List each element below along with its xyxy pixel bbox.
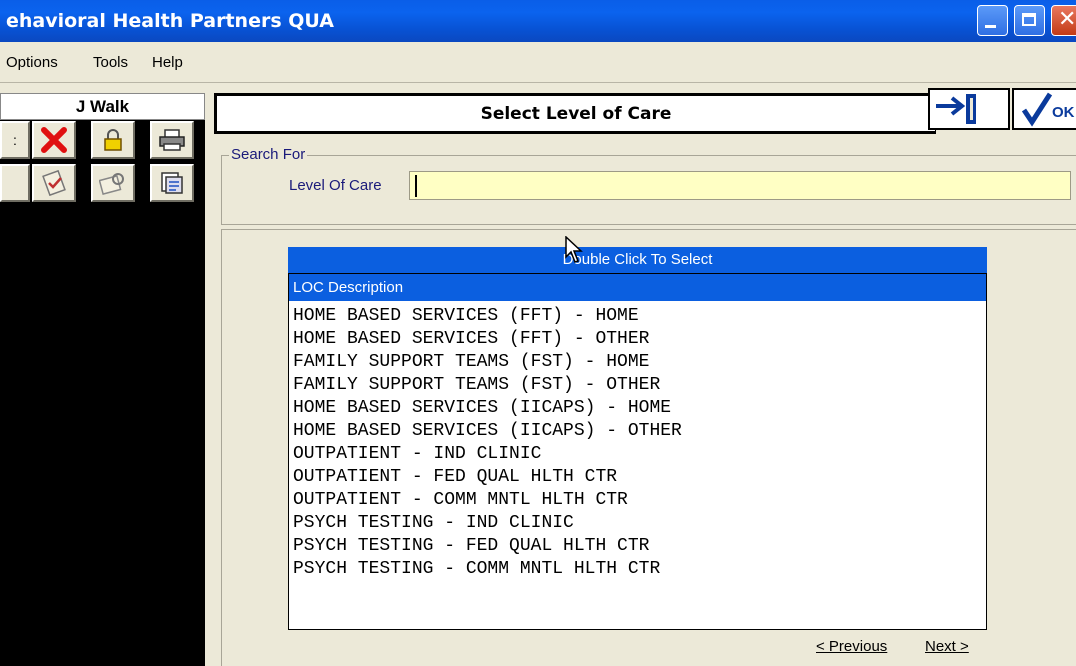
list-item[interactable]: HOME BASED SERVICES (IICAPS) - OTHER [289, 420, 986, 443]
toolbar-partial-button[interactable]: : [0, 121, 30, 159]
loc-list[interactable]: LOC Description HOME BASED SERVICES (FFT… [288, 273, 987, 630]
header-strip: Select Level of Care [214, 93, 936, 134]
print-icon [159, 129, 185, 151]
list-item[interactable]: PSYCH TESTING - COMM MNTL HLTH CTR [289, 558, 986, 581]
window-title: ehavioral Health Partners QUA [6, 10, 334, 32]
menu-tools[interactable]: Tools [93, 54, 128, 71]
minimize-icon [985, 25, 996, 28]
title-bar[interactable]: ehavioral Health Partners QUA ✕ [0, 0, 1076, 42]
menu-help[interactable]: Help [152, 54, 183, 71]
search-tool-icon [99, 173, 124, 196]
list-item[interactable]: PSYCH TESTING - IND CLINIC [289, 512, 986, 535]
list-item[interactable]: OUTPATIENT - IND CLINIC [289, 443, 986, 466]
report-button[interactable] [150, 164, 194, 202]
list-item[interactable]: HOME BASED SERVICES (IICAPS) - HOME [289, 397, 986, 420]
menu-options[interactable]: Options [6, 54, 58, 71]
level-of-care-label: Level Of Care [289, 177, 382, 194]
list-item[interactable]: HOME BASED SERVICES (FFT) - OTHER [289, 328, 986, 351]
check-icon [1021, 92, 1053, 127]
report-icon [161, 172, 183, 194]
ok-label: OK [1052, 104, 1075, 121]
checklist-button[interactable] [32, 164, 76, 202]
next-link[interactable]: Next > [925, 638, 969, 655]
menu-bar: Options Tools Help [0, 42, 1076, 83]
exit-button[interactable] [928, 88, 1010, 130]
text-caret [415, 175, 417, 197]
close-button[interactable]: ✕ [1051, 5, 1076, 36]
lock-icon [104, 129, 122, 151]
ok-button[interactable]: OK [1012, 88, 1076, 130]
checklist-icon [42, 170, 66, 196]
print-button[interactable] [150, 121, 194, 159]
level-of-care-input[interactable] [409, 171, 1071, 200]
list-item[interactable]: HOME BASED SERVICES (FFT) - HOME [289, 305, 986, 328]
list-instruction: Double Click To Select [288, 247, 987, 273]
page-title: Select Level of Care [480, 104, 672, 124]
delete-icon [41, 127, 67, 153]
list-item[interactable]: FAMILY SUPPORT TEAMS (FST) - OTHER [289, 374, 986, 397]
lock-button[interactable] [91, 121, 135, 159]
close-icon: ✕ [1058, 7, 1076, 32]
mouse-cursor-icon [565, 236, 583, 263]
list-item[interactable]: OUTPATIENT - COMM MNTL HLTH CTR [289, 489, 986, 512]
column-header-loc-description[interactable]: LOC Description [289, 274, 986, 302]
delete-button[interactable] [32, 121, 76, 159]
user-name: J Walk [0, 93, 205, 120]
toolbar-partial-button-2[interactable] [0, 164, 30, 202]
maximize-button[interactable] [1014, 5, 1045, 36]
search-tool-button[interactable] [91, 164, 135, 202]
list-item[interactable]: FAMILY SUPPORT TEAMS (FST) - HOME [289, 351, 986, 374]
minimize-button[interactable] [977, 5, 1008, 36]
list-item[interactable]: PSYCH TESTING - FED QUAL HLTH CTR [289, 535, 986, 558]
previous-link[interactable]: < Previous [816, 638, 887, 655]
maximize-icon [1022, 13, 1036, 26]
partial-icon: : [13, 132, 17, 148]
search-group-label: Search For [229, 146, 308, 163]
exit-icon [936, 94, 976, 124]
list-item[interactable]: OUTPATIENT - FED QUAL HLTH CTR [289, 466, 986, 489]
